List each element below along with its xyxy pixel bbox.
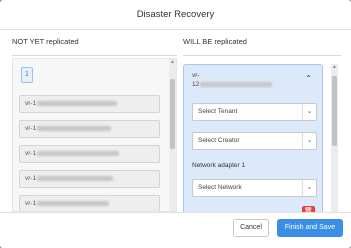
will-be-replicated-list: vr- 12 ⌃ Select Tenant ⌄ Select Creator …: [183, 58, 341, 212]
disaster-recovery-dialog: Disaster Recovery NOT YET replicated WIL…: [0, 0, 351, 248]
dialog-title: Disaster Recovery: [0, 0, 351, 30]
creator-select-value: Select Creator: [198, 137, 240, 144]
cancel-button[interactable]: Cancel: [233, 219, 269, 237]
left-scrollbar[interactable]: ▲: [169, 59, 176, 211]
vm-list-item[interactable]: vr-1: [19, 95, 160, 113]
redacted-text: [37, 175, 114, 181]
divider: [12, 55, 177, 56]
vm-config-card: vr- 12 ⌃ Select Tenant ⌄ Select Creator …: [183, 64, 323, 212]
vm-name: vr-1: [25, 125, 37, 132]
finish-and-save-button[interactable]: Finish and Save: [277, 219, 343, 237]
redacted-text: [37, 125, 112, 131]
chevron-down-icon: ⌄: [302, 104, 316, 120]
chevron-down-icon: ⌄: [302, 133, 316, 149]
redacted-text: [37, 100, 118, 106]
vm-card-title: vr- 12: [192, 71, 273, 89]
vm-name: vr-1: [25, 175, 37, 182]
vm-name: vr-1: [25, 100, 37, 107]
vm-name: vr-1: [25, 150, 37, 157]
divider: [183, 55, 341, 56]
vm-list-item[interactable]: vr-1: [19, 170, 160, 188]
chevron-up-icon[interactable]: ⌃: [305, 74, 312, 83]
chevron-down-icon: ⌄: [302, 180, 316, 196]
dialog-footer: Cancel Finish and Save: [0, 212, 351, 248]
vm-card-title-line1: vr-: [192, 72, 200, 79]
tenant-select-value: Select Tenant: [198, 108, 238, 115]
vm-list-item[interactable]: vr-1: [19, 195, 160, 211]
vm-card-title-line2: 12: [192, 81, 200, 88]
tenant-select[interactable]: Select Tenant ⌄: [192, 103, 317, 121]
scroll-up-icon[interactable]: ▲: [169, 59, 176, 66]
right-scrollbar[interactable]: ▲: [331, 64, 338, 212]
creator-select[interactable]: Select Creator ⌄: [192, 132, 317, 150]
not-yet-replicated-title: NOT YET replicated: [12, 37, 79, 46]
scroll-thumb[interactable]: [332, 76, 337, 146]
redacted-text: [37, 200, 110, 206]
network-select-value: Select Network: [198, 184, 242, 191]
scroll-thumb[interactable]: [170, 79, 175, 149]
page-chip[interactable]: 1: [21, 67, 33, 83]
not-yet-replicated-list: 1 vr-1 vr-1 vr-1 vr-1 vr-1 ▲: [12, 58, 177, 212]
scroll-up-icon[interactable]: ▲: [331, 64, 338, 71]
redacted-text: [200, 81, 273, 87]
network-select[interactable]: Select Network ⌄: [192, 179, 317, 197]
network-adapter-label: Network adapter 1: [192, 162, 246, 169]
vm-list-item[interactable]: vr-1: [19, 120, 160, 138]
vm-list-item[interactable]: vr-1: [19, 145, 160, 163]
will-be-replicated-title: WILL BE replicated: [183, 37, 247, 46]
redacted-text: [37, 150, 120, 156]
vm-name: vr-1: [25, 200, 37, 207]
